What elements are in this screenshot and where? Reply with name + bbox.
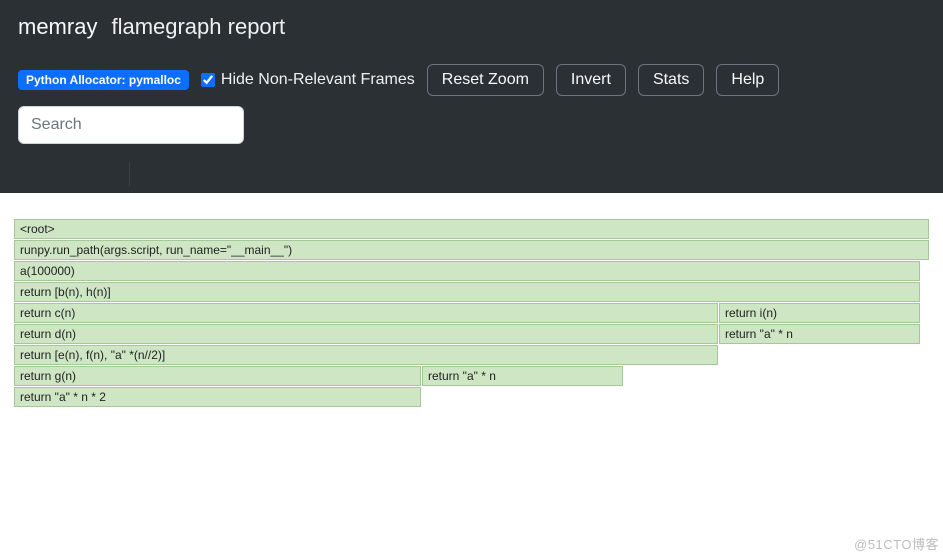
stats-button[interactable]: Stats	[638, 64, 704, 96]
brand-name: memray	[18, 14, 97, 40]
flame-row: return "a" * n * 2	[14, 387, 929, 407]
flame-row: return g(n)return "a" * n	[14, 366, 929, 386]
header-divider	[18, 162, 925, 186]
hide-frames-checkbox[interactable]	[201, 73, 215, 87]
flamegraph-container: <root>runpy.run_path(args.script, run_na…	[14, 219, 929, 407]
flame-frame[interactable]: return [e(n), f(n), "a" *(n//2)]	[14, 345, 718, 365]
page-title: flamegraph report	[111, 14, 285, 40]
controls-row: Python Allocator: pymalloc Hide Non-Rele…	[18, 64, 925, 96]
flame-row: return [b(n), h(n)]	[14, 282, 929, 302]
flame-frame[interactable]: return d(n)	[14, 324, 718, 344]
flame-frame[interactable]: return "a" * n	[422, 366, 623, 386]
flame-row: return d(n)return "a" * n	[14, 324, 929, 344]
search-input[interactable]	[18, 106, 244, 144]
flame-frame[interactable]: return [b(n), h(n)]	[14, 282, 920, 302]
allocator-badge: Python Allocator: pymalloc	[18, 70, 189, 90]
flame-row: runpy.run_path(args.script, run_name="__…	[14, 240, 929, 260]
flame-frame[interactable]: return c(n)	[14, 303, 718, 323]
watermark: @51CTO博客	[854, 534, 939, 553]
header-bar: memray flamegraph report Python Allocato…	[0, 0, 943, 193]
flame-frame[interactable]: runpy.run_path(args.script, run_name="__…	[14, 240, 929, 260]
flame-frame[interactable]: return g(n)	[14, 366, 421, 386]
flame-frame[interactable]: return "a" * n * 2	[14, 387, 421, 407]
title-row: memray flamegraph report	[18, 14, 925, 40]
flame-row: <root>	[14, 219, 929, 239]
reset-zoom-button[interactable]: Reset Zoom	[427, 64, 544, 96]
flame-frame[interactable]: return "a" * n	[719, 324, 920, 344]
hide-frames-label: Hide Non-Relevant Frames	[221, 71, 415, 89]
flame-row: a(100000)	[14, 261, 929, 281]
invert-button[interactable]: Invert	[556, 64, 626, 96]
flamegraph-area: <root>runpy.run_path(args.script, run_na…	[0, 193, 943, 407]
flame-frame[interactable]: <root>	[14, 219, 929, 239]
flame-row: return c(n)return i(n)	[14, 303, 929, 323]
flame-frame[interactable]: a(100000)	[14, 261, 920, 281]
hide-frames-toggle[interactable]: Hide Non-Relevant Frames	[201, 71, 415, 89]
help-button[interactable]: Help	[716, 64, 779, 96]
flame-frame[interactable]: return i(n)	[719, 303, 920, 323]
flame-row: return [e(n), f(n), "a" *(n//2)]	[14, 345, 929, 365]
search-wrap	[18, 106, 925, 144]
